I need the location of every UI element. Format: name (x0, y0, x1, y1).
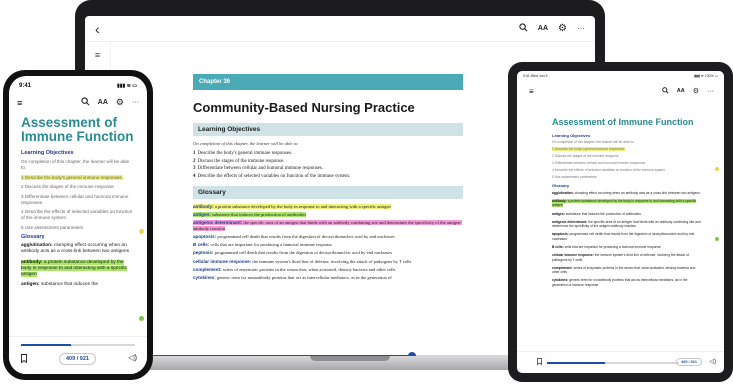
page-title: Community-Based Nursing Practice (193, 100, 415, 115)
glossary-item[interactable]: antibody: a protein substance developed … (193, 203, 463, 210)
glossary-item[interactable]: complement: series of enzymatic proteins… (552, 266, 702, 275)
laptop-toolbar: ‹ AA ⚙ ··· (85, 16, 595, 42)
tablet-progress-bar[interactable] (547, 362, 679, 364)
objective-item: 4 Describe the effects of selected varia… (21, 209, 133, 221)
page-title: Assessment of Immune Function (552, 117, 694, 127)
objective-item: 3 Differentiate between cellular and hum… (21, 193, 129, 205)
chapter-label: Chapter 36 (193, 74, 463, 90)
phone-bottom-bar: 409 / 921 ◁) (9, 336, 147, 374)
highlight-marker[interactable] (715, 237, 719, 241)
font-size-button[interactable]: AA (538, 25, 548, 32)
tablet-progress-fill (547, 362, 606, 364)
tablet-bottom-bar: 409 / 921 ◁) (517, 351, 724, 373)
audio-icon[interactable]: ◁) (128, 353, 137, 362)
search-icon[interactable] (81, 97, 90, 108)
more-icon[interactable]: ··· (132, 99, 139, 106)
phone-time: 9:41 (19, 83, 32, 89)
page-counter: 409 / 921 (59, 353, 96, 365)
devices-showcase: ‹ AA ⚙ ··· ≡ Chapter 36 Community-Based … (0, 0, 733, 384)
tablet-frame: 9:41 Wed Jun 5 ▮▮▮ ≋ 100% ▭ ≡ AA ⚙ ··· A… (508, 62, 733, 382)
glossary-item[interactable]: antibody: a protein substance developed … (9, 259, 147, 279)
objective-item: 3 Differentiate between cellular and humo… (193, 166, 324, 171)
phone-screen: 9:41 ▮▮▮ ≋ ▭ ≡ AA ⚙ ··· Assessment of Im… (9, 76, 147, 374)
objectives-header: Learning Objectives (21, 150, 74, 157)
page-counter: 409 / 921 (676, 358, 702, 366)
tablet-status-bar: 9:41 Wed Jun 5 ▮▮▮ ≋ 100% ▭ (517, 71, 724, 81)
glossary-item[interactable]: apoptosis: programmed cell death that re… (193, 234, 463, 240)
font-size-button[interactable]: AA (98, 99, 108, 106)
menu-icon[interactable]: ≡ (529, 87, 534, 96)
objective-item: 2 Discuss the stages of the immune respo… (552, 153, 619, 158)
objective-item: 4 Describe the effects of selected varia… (552, 167, 666, 172)
tablet-screen: 9:41 Wed Jun 5 ▮▮▮ ≋ 100% ▭ ≡ AA ⚙ ··· A… (517, 71, 724, 373)
menu-icon[interactable]: ≡ (17, 98, 22, 108)
glossary-item[interactable]: antigen: substance that induces the (9, 282, 147, 288)
glossary-item[interactable]: peptosis: programmed cell death that res… (193, 250, 463, 256)
objectives-intro: On completion of this chapter, the learn… (552, 140, 635, 144)
page-title: Assessment of Immune Function (21, 115, 134, 145)
objective-item: 2 Discuss the stages of the immune respon… (193, 158, 285, 164)
glossary-item[interactable]: complement: series of enzymatic proteins… (193, 267, 463, 273)
glossary-item[interactable]: antigen: substance that induces the prod… (552, 212, 702, 216)
objective-item: 2 Discuss the stages of the immune respo… (21, 184, 114, 190)
phone-status-bar: 9:41 ▮▮▮ ≋ ▭ (9, 76, 147, 89)
objective-item: 3 Differentiate between cellular and hum… (552, 160, 646, 165)
highlight-marker[interactable] (139, 229, 144, 234)
objectives-intro: On completion of this chapter, the learn… (21, 159, 130, 171)
font-size-button[interactable]: AA (677, 88, 685, 95)
objectives-header: Learning Objectives (193, 123, 463, 136)
glossary-item[interactable]: antigenic determinant: the specific area… (193, 219, 463, 231)
settings-icon[interactable]: ⚙ (693, 88, 699, 95)
glossary-item[interactable]: cytokines: generic term for nonantibody … (193, 275, 463, 281)
glossary-header: Glossary (21, 234, 45, 241)
glossary-item[interactable]: cellular immune response: the immune sys… (552, 253, 702, 262)
laptop-notch (310, 356, 390, 361)
glossary-item[interactable]: antibody: a protein substance developed … (552, 199, 702, 208)
glossary-item[interactable]: B cells: cells that are important for pr… (193, 242, 463, 248)
objectives-header: Learning Objectives (552, 133, 591, 138)
more-icon[interactable]: ··· (577, 24, 585, 33)
tablet-toolbar: ≡ AA ⚙ ··· (517, 81, 724, 96)
glossary-header: Glossary (193, 185, 463, 199)
objective-item: 5 Use assessment parameters (21, 224, 84, 230)
highlight-marker[interactable] (139, 316, 144, 321)
phone-status-icons: ▮▮▮ ≋ ▭ (117, 83, 137, 89)
phone-progress-fill (21, 344, 72, 346)
laptop-page: Chapter 36 Community-Based Nursing Pract… (193, 74, 463, 312)
glossary-item[interactable]: agglutination: clumping effect occurring… (552, 191, 702, 195)
glossary-item[interactable]: agglutination: clumping effect occurring… (9, 243, 147, 255)
glossary-item[interactable]: cellular immune response: the immune sys… (193, 259, 463, 265)
glossary-item[interactable]: antigen: substance that induces the prod… (193, 211, 463, 218)
objective-item: 5 Use assessment parameters (552, 174, 597, 179)
objective-item: 4 Describe the effects of selected variab… (193, 173, 351, 179)
settings-icon[interactable]: ⚙ (558, 23, 567, 34)
tablet-time: 9:41 Wed Jun 5 (523, 74, 548, 78)
objective-item: 1 Describe the body's general immune res… (552, 146, 626, 151)
tablet-status-icons: ▮▮▮ ≋ 100% ▭ (694, 74, 718, 78)
settings-icon[interactable]: ⚙ (116, 98, 124, 107)
glossary-header: Glossary (552, 182, 570, 188)
phone-progress-bar[interactable] (21, 344, 135, 346)
objective-item: 1 Describe the body's general immune resp… (193, 151, 293, 156)
phone-frame: 9:41 ▮▮▮ ≋ ▭ ≡ AA ⚙ ··· Assessment of Im… (3, 70, 153, 380)
tablet-page: Assessment of Immune Function Learning O… (552, 117, 702, 332)
glossary-item[interactable]: cytokines: generic term for nonantibody … (552, 278, 702, 287)
search-icon[interactable] (662, 87, 669, 96)
glossary-item[interactable]: B cells: cells that are important for pr… (552, 245, 702, 249)
objective-item: 1 Describe the body's general immune res… (21, 174, 123, 180)
phone-toolbar: ≡ AA ⚙ ··· (9, 89, 147, 108)
more-icon[interactable]: ··· (707, 88, 714, 95)
objectives-intro: On completion of this chapter, the learn… (193, 141, 299, 146)
audio-icon[interactable]: ◁) (709, 358, 716, 365)
search-icon[interactable] (519, 22, 528, 35)
bookmark-icon[interactable] (21, 354, 27, 365)
bookmark-icon[interactable] (537, 358, 542, 367)
glossary-item[interactable]: antigenic determinant: the specific area… (552, 220, 702, 229)
glossary-item[interactable]: apoptosis: programmed cell death that re… (552, 232, 702, 241)
back-icon[interactable]: ‹ (95, 22, 100, 36)
highlight-marker[interactable] (715, 167, 719, 171)
